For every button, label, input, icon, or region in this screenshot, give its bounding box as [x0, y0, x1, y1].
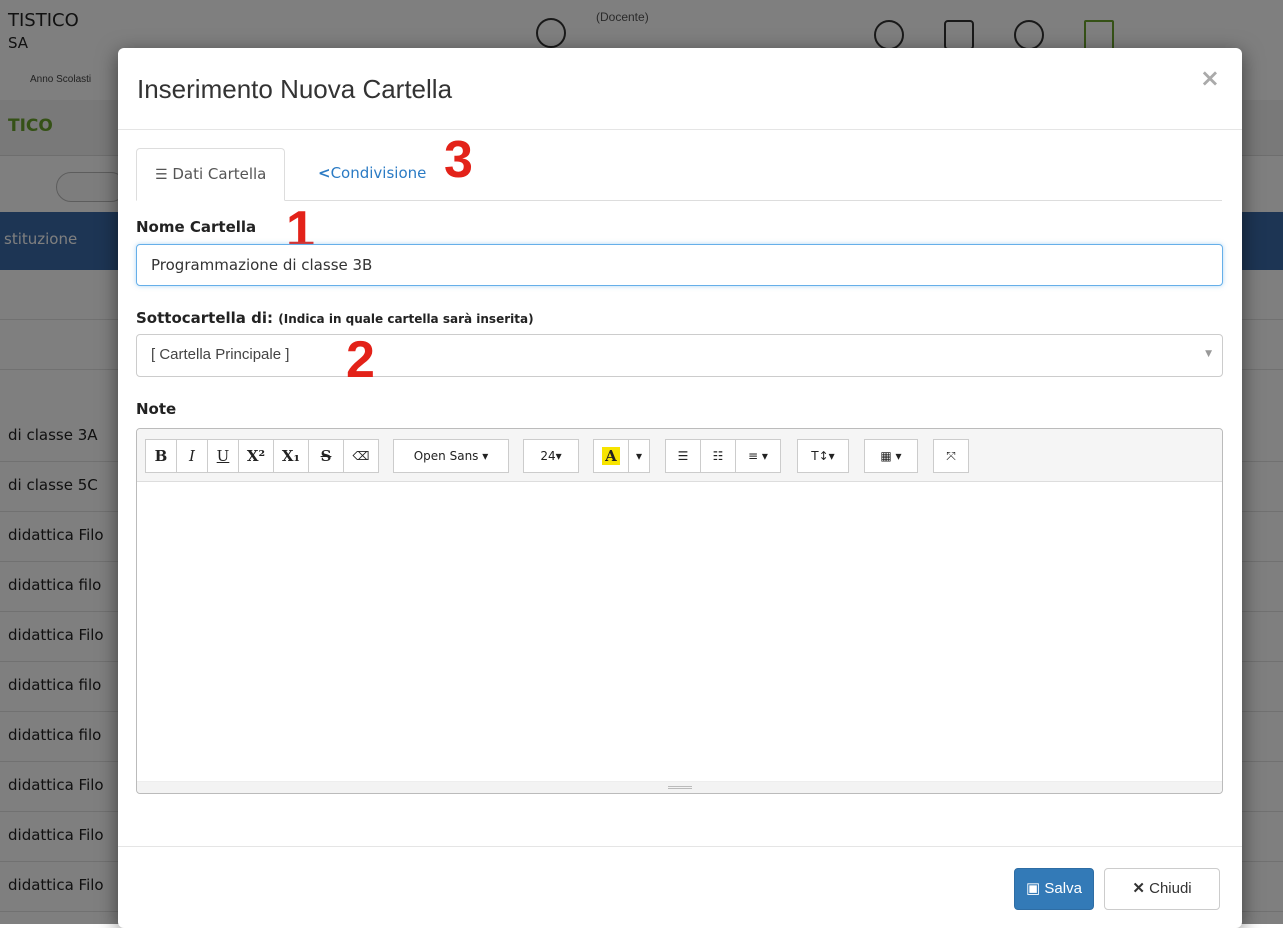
save-button[interactable]: ▣ Salva: [1014, 868, 1094, 910]
italic-button[interactable]: I: [176, 439, 208, 473]
subscript-button[interactable]: X₁: [273, 439, 309, 473]
modal-title: Inserimento Nuova Cartella: [137, 74, 453, 104]
parent-folder-label: Sottocartella di: (Indica in quale carte…: [136, 309, 534, 327]
tab-label: Condivisione: [330, 164, 427, 182]
line-height-dropdown[interactable]: T↕▾: [797, 439, 849, 473]
font-size-dropdown[interactable]: 24▾: [523, 439, 579, 473]
resize-grip-icon: [668, 786, 692, 789]
parent-folder-hint: (Indica in quale cartella sarà inserita): [278, 312, 534, 326]
editor-resize-handle[interactable]: [137, 781, 1222, 793]
close-icon[interactable]: ×: [1200, 64, 1220, 92]
save-label: Salva: [1044, 880, 1082, 897]
new-folder-modal: Inserimento Nuova Cartella × ☰ Dati Cart…: [118, 48, 1242, 928]
annotation-2: 2: [346, 331, 375, 389]
note-editor: B I U X² X₁ S ⌫ Open Sans ▾ 24▾ A ▾ ☰ ☷ …: [136, 428, 1223, 794]
editor-toolbar: B I U X² X₁ S ⌫ Open Sans ▾ 24▾ A ▾ ☰ ☷ …: [137, 429, 1222, 482]
annotation-3: 3: [444, 131, 473, 189]
underline-button[interactable]: U: [207, 439, 239, 473]
share-icon: <: [318, 164, 331, 182]
note-editor-body[interactable]: [137, 483, 1222, 781]
bold-button[interactable]: B: [145, 439, 177, 473]
folder-name-input[interactable]: [136, 244, 1223, 286]
text-color-caret[interactable]: ▾: [628, 439, 650, 473]
chevron-down-icon: ▼: [1205, 349, 1212, 359]
folder-name-label: Nome Cartella: [136, 218, 257, 236]
font-family-dropdown[interactable]: Open Sans ▾: [393, 439, 509, 473]
ordered-list-button[interactable]: ☷: [700, 439, 736, 473]
parent-folder-select[interactable]: [ Cartella Principale ] ▼: [136, 334, 1223, 377]
align-left-icon: ☰: [155, 167, 168, 183]
close-label: Chiudi: [1149, 880, 1192, 897]
parent-folder-value: [ Cartella Principale ]: [151, 346, 290, 363]
close-x-icon: ✕: [1132, 880, 1145, 897]
superscript-button[interactable]: X²: [238, 439, 274, 473]
modal-tabs: ☰ Dati Cartella <Condivisione: [136, 148, 1222, 201]
save-icon: ▣: [1026, 880, 1041, 897]
table-dropdown[interactable]: ▦ ▾: [864, 439, 918, 473]
modal-header: Inserimento Nuova Cartella ×: [118, 48, 1242, 130]
strikethrough-button[interactable]: S: [308, 439, 344, 473]
close-button[interactable]: ✕ Chiudi: [1104, 868, 1220, 910]
eraser-icon[interactable]: ⌫: [343, 439, 379, 473]
align-dropdown[interactable]: ≡ ▾: [735, 439, 781, 473]
unordered-list-button[interactable]: ☰: [665, 439, 701, 473]
tab-condivisione[interactable]: <Condivisione: [306, 148, 438, 201]
tab-dati-cartella[interactable]: ☰ Dati Cartella: [136, 148, 286, 201]
modal-footer: ▣ Salva ✕ Chiudi: [118, 846, 1242, 928]
fullscreen-icon[interactable]: ⤧: [933, 439, 969, 473]
tab-label: Dati Cartella: [172, 165, 267, 183]
note-label: Note: [136, 400, 177, 418]
text-color-button[interactable]: A: [593, 439, 629, 473]
text-color-glyph: A: [602, 447, 620, 465]
